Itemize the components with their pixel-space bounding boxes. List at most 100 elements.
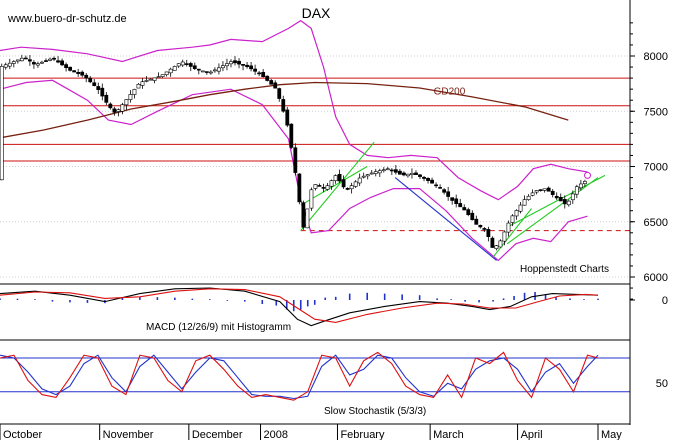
price-tick-label: 8000 (644, 51, 668, 63)
x-tick-label: December (192, 429, 243, 440)
candle-body (402, 172, 406, 176)
candle-body (96, 86, 101, 91)
candle-body (506, 222, 511, 233)
candle-body (309, 189, 314, 209)
candle-body (321, 187, 326, 189)
candle-body (128, 94, 133, 100)
candle-body (148, 78, 153, 81)
candle-body (72, 70, 77, 73)
candle-body (176, 63, 181, 67)
candle-body (550, 190, 555, 195)
candle-body (68, 66, 73, 71)
candle-body (44, 60, 48, 62)
candle-body (494, 245, 499, 249)
candle-body (534, 190, 539, 193)
candle-body (538, 189, 543, 191)
candle-body (188, 63, 193, 67)
candle-body (430, 179, 434, 184)
stochastic-label: Slow Stochastik (5/3/3) (324, 406, 426, 417)
candle-body (160, 74, 165, 77)
candle-body (470, 212, 475, 221)
candle-body (108, 103, 113, 109)
candle-body (60, 60, 64, 66)
candle-body (261, 71, 266, 78)
price-tick-label: 7000 (644, 162, 668, 174)
candle-body (196, 68, 201, 71)
macd-tick-label: 0 (662, 295, 668, 307)
candle-body (574, 186, 579, 195)
gd200-label: GD200 (434, 87, 466, 98)
candle-body (233, 60, 237, 64)
candle-body (554, 195, 559, 199)
candle-body (241, 64, 245, 66)
candle-body (313, 184, 318, 189)
candle-body (406, 173, 410, 177)
candle-body (221, 65, 225, 69)
candle-body (422, 176, 426, 179)
candle-body (104, 94, 109, 103)
candle-body (249, 65, 253, 70)
candle-body (325, 185, 330, 190)
candle-body (418, 174, 422, 177)
candle-body (245, 64, 249, 67)
candle-body (281, 99, 286, 112)
candle-body (478, 224, 483, 228)
candle-body (269, 80, 274, 85)
candle-body (27, 59, 32, 62)
candle-body (76, 72, 81, 74)
x-tick-label: November (103, 429, 154, 440)
candle-body (566, 200, 571, 206)
candle-body (84, 74, 89, 79)
candle-body (438, 187, 443, 189)
candle-body (337, 173, 342, 182)
candle-body (257, 72, 262, 75)
candle-body (546, 187, 551, 192)
candle-body (19, 57, 24, 62)
candle-body (237, 60, 241, 65)
candle-body (52, 57, 56, 60)
candle-body (414, 172, 418, 176)
candle-body (442, 189, 447, 193)
price-tick-label: 7500 (644, 106, 668, 118)
candle-body (156, 76, 161, 78)
candle-body (542, 188, 547, 191)
candle-body (522, 199, 527, 206)
candle-body (144, 80, 149, 82)
stochastic-tick-label: 50 (656, 378, 668, 390)
candle-body (11, 61, 16, 64)
price-tick-label: 6500 (644, 217, 668, 229)
candle-body (184, 63, 189, 65)
candle-body (192, 65, 197, 69)
candle-body (112, 108, 117, 113)
candle-body (393, 169, 398, 173)
candle-body (570, 193, 575, 201)
candle-body (217, 67, 221, 72)
candle-body (200, 70, 205, 73)
candle-body (277, 88, 282, 99)
candle-body (164, 71, 169, 76)
candle-body (136, 83, 141, 89)
candle-body (486, 229, 491, 237)
candle-body (410, 172, 414, 175)
candle-body (462, 207, 467, 211)
x-tick-label: October (3, 429, 42, 440)
x-tick-label: April (521, 429, 543, 440)
candle-body (329, 180, 334, 187)
candle-body (373, 171, 378, 174)
candle-body (317, 185, 322, 187)
chart-svg: GD200 6000 6500 7000 7500 8000 0 50 October Nove… (0, 0, 676, 441)
candle-body (100, 87, 105, 97)
chart-credit: Hoppenstedt Charts (520, 264, 609, 275)
candle-body (333, 175, 338, 181)
candle-body (168, 68, 173, 74)
candle-body (426, 177, 430, 181)
x-tick-label: May (601, 429, 622, 440)
candle-body (48, 58, 52, 61)
candle-body (253, 68, 258, 72)
source-label: www.buero-dr-schutz.de (7, 13, 127, 25)
candle-body (578, 183, 583, 189)
candle-body (450, 197, 455, 201)
candle-body (377, 170, 382, 174)
x-tick-label: March (433, 429, 464, 440)
candle-body (526, 195, 531, 200)
